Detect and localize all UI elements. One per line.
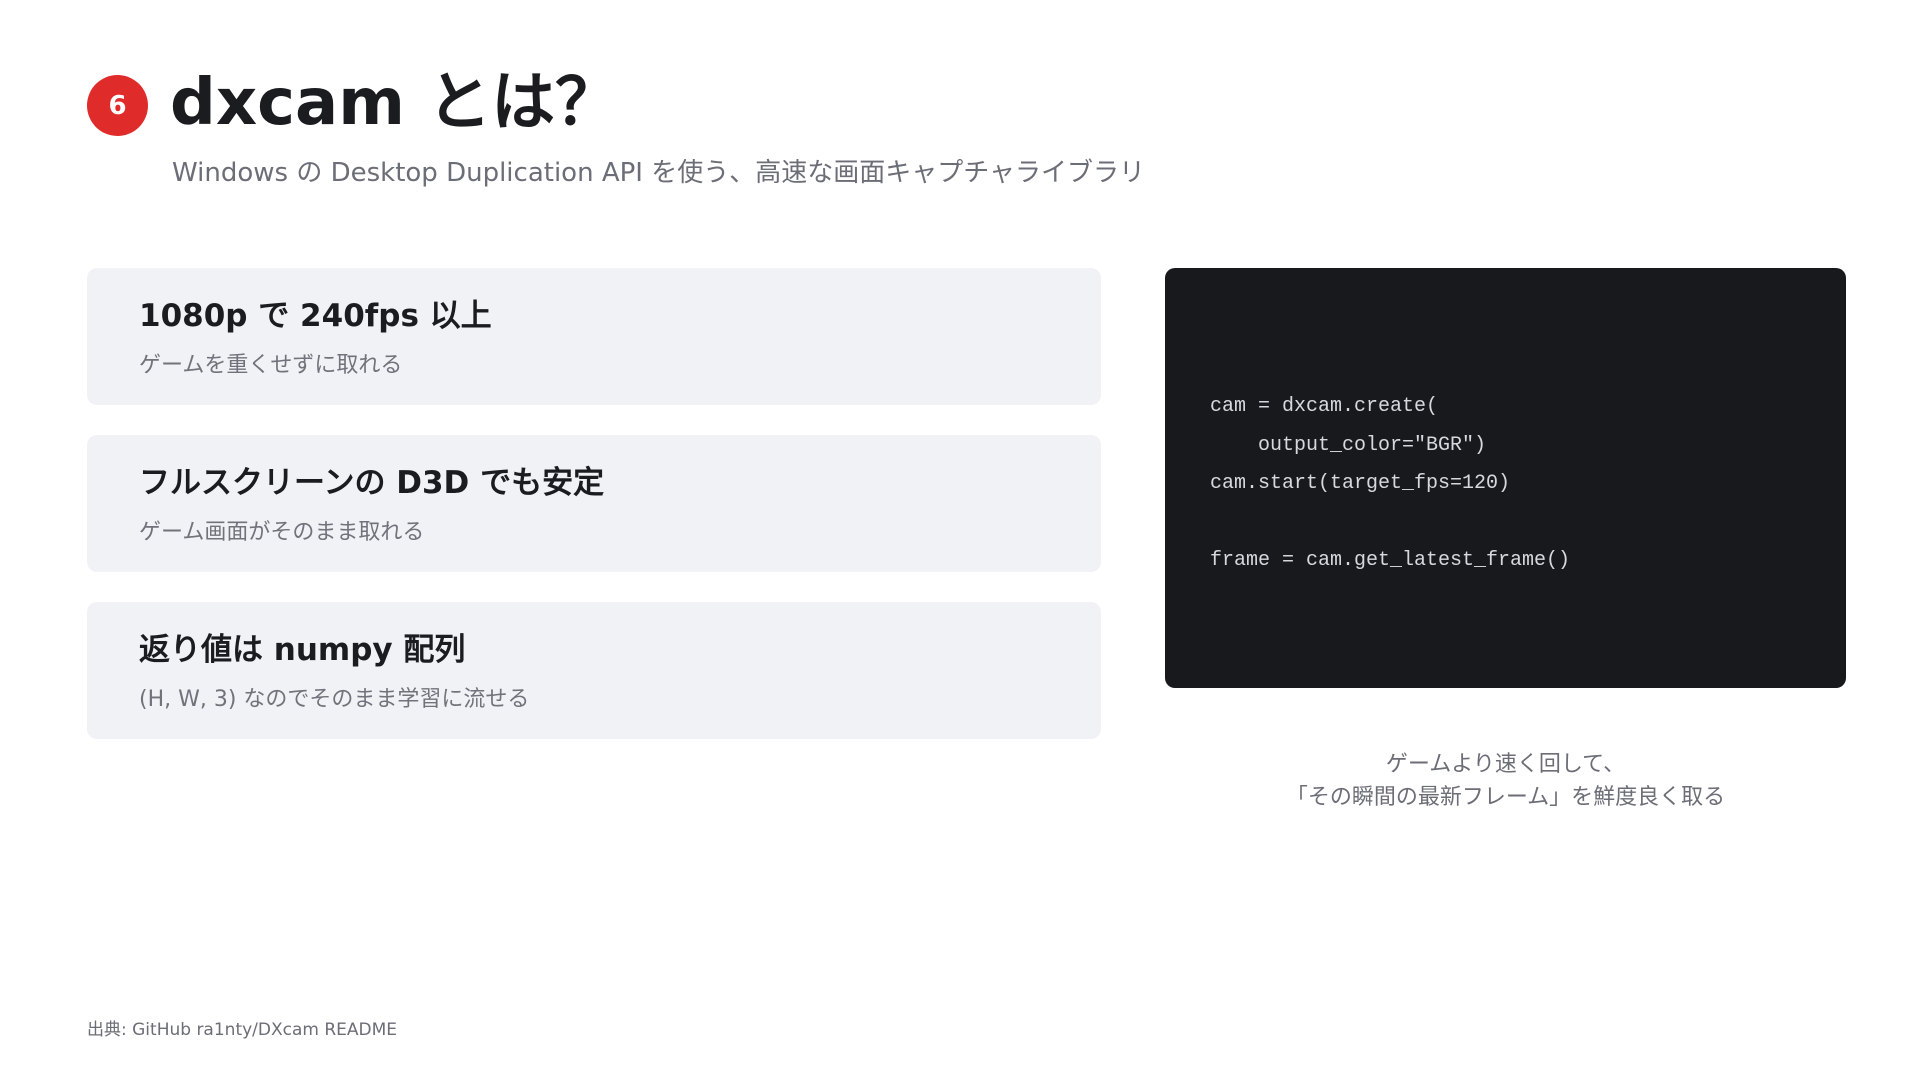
code-line: frame = cam.get_latest_frame() [1210,549,1571,572]
feature-card: 返り値は numpy 配列 (H, W, 3) なのでそのまま学習に流せる [87,602,1101,739]
slide-number-badge: 6 [87,75,148,136]
caption-line: ゲームより速く回して、 [1385,752,1626,777]
slide: 6 dxcam とは？ Windows の Desktop Duplicatio… [0,0,1920,1080]
feature-title: 1080p で 240fps 以上 [139,298,492,334]
code-block: cam = dxcam.create( output_color="BGR")c… [1210,388,1570,581]
slide-title: dxcam とは？ [170,66,620,140]
feature-title: 返り値は numpy 配列 [139,632,466,668]
slide-subtitle: Windows の Desktop Duplication API を使う、高速… [172,158,1145,188]
feature-list: 1080p で 240fps 以上 ゲームを重くせずに取れる フルスクリーンの … [87,268,1101,769]
code-line: output_color="BGR") [1210,433,1487,457]
feature-description: (H, W, 3) なのでそのまま学習に流せる [139,687,530,712]
feature-title: フルスクリーンの D3D でも安定 [139,465,605,501]
feature-card: 1080p で 240fps 以上 ゲームを重くせずに取れる [87,268,1101,405]
feature-description: ゲームを重くせずに取れる [139,353,403,378]
code-panel: cam = dxcam.create( output_color="BGR")c… [1165,268,1846,688]
feature-description: ゲーム画面がそのまま取れる [139,520,425,545]
code-caption: ゲームより速く回して、 「その瞬間の最新フレーム」を鮮度良く取る [1165,748,1846,814]
source-citation: 出典: GitHub ra1nty/DXcam README [87,1020,398,1040]
feature-card: フルスクリーンの D3D でも安定 ゲーム画面がそのまま取れる [87,435,1101,572]
code-line: cam.start(target_fps=120) [1210,472,1511,495]
caption-line: 「その瞬間の最新フレーム」を鮮度良く取る [1285,785,1726,810]
code-line: cam = dxcam.create( [1210,395,1439,418]
